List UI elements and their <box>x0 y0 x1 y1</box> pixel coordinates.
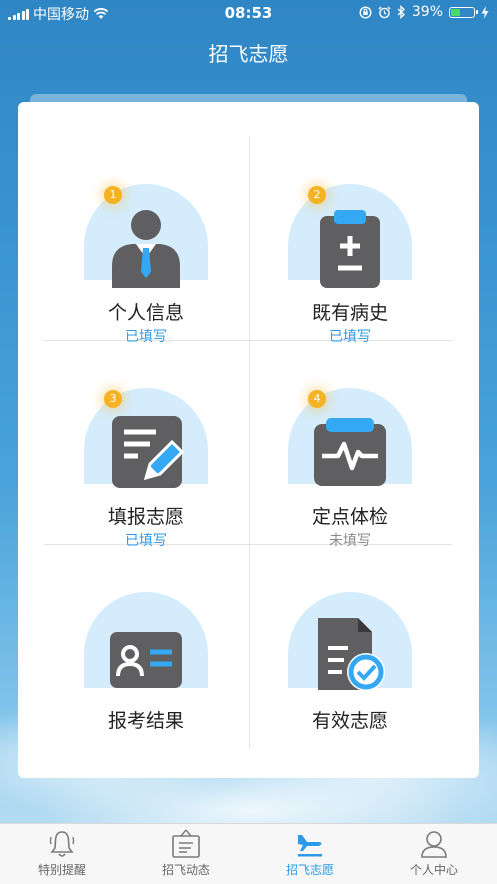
grid-item-label: 有效志愿 <box>311 710 388 732</box>
grid-item-label: 填报志愿 <box>107 506 184 528</box>
tab-label: 个人中心 <box>409 863 458 877</box>
tab-personal-center[interactable]: 个人中心 <box>372 824 496 884</box>
volunteer-grid-card: 1 个人信息 已填写 2 既有病史 已填写 3 填报志愿 已填写 4 定点体检 … <box>18 102 479 778</box>
grid-item-medical-history[interactable]: 2 既有病史 已填写 <box>248 136 452 345</box>
bluetooth-icon <box>397 5 405 19</box>
tab-label: 招飞动态 <box>161 863 210 877</box>
grid-item-physical-exam[interactable]: 4 定点体检 未填写 <box>248 340 452 549</box>
battery-percent: 39% <box>411 4 443 20</box>
battery-icon <box>449 6 478 18</box>
airplane-icon <box>298 835 322 857</box>
grid-item-label: 定点体检 <box>311 506 388 528</box>
orientation-lock-icon <box>359 5 372 19</box>
id-card-icon <box>110 632 182 688</box>
alarm-icon <box>378 6 391 18</box>
step-badge: 1 <box>104 186 122 204</box>
step-badge: 2 <box>308 186 326 204</box>
grid-item-exam-result[interactable]: 报考结果 <box>44 544 248 748</box>
grid-item-personal-info[interactable]: 1 个人信息 已填写 <box>44 136 248 345</box>
tab-label: 特别提醒 <box>37 863 86 877</box>
news-board-icon <box>172 829 200 858</box>
step-badge: 3 <box>104 390 122 408</box>
status-bar: 中国移动 08:53 39% <box>0 0 497 26</box>
tab-label: 招飞志愿 <box>285 863 334 877</box>
user-icon <box>421 831 447 858</box>
heartbeat-icon <box>314 418 386 486</box>
page-title: 招飞志愿 <box>208 42 289 66</box>
medical-record-icon <box>320 210 380 288</box>
step-badge: 4 <box>308 390 326 408</box>
charging-icon <box>481 5 489 19</box>
bell-icon <box>49 831 75 857</box>
tab-special-reminder[interactable]: 特别提醒 <box>0 824 124 884</box>
grid-item-label: 个人信息 <box>107 302 184 324</box>
grid-item-valid-application[interactable]: 有效志愿 <box>248 544 452 748</box>
bottom-tab-bar: 特别提醒 招飞动态 招飞志愿 个人中心 <box>0 823 497 884</box>
edit-form-icon <box>112 416 185 488</box>
tab-recruitment-volunteer[interactable]: 招飞志愿 <box>248 824 372 884</box>
tab-recruitment-news[interactable]: 招飞动态 <box>124 824 248 884</box>
person-icon <box>112 210 180 288</box>
grid-item-label: 既有病史 <box>311 302 388 324</box>
grid-item-fill-application[interactable]: 3 填报志愿 已填写 <box>44 340 248 549</box>
verified-document-icon <box>318 618 385 691</box>
grid-item-label: 报考结果 <box>107 710 184 732</box>
